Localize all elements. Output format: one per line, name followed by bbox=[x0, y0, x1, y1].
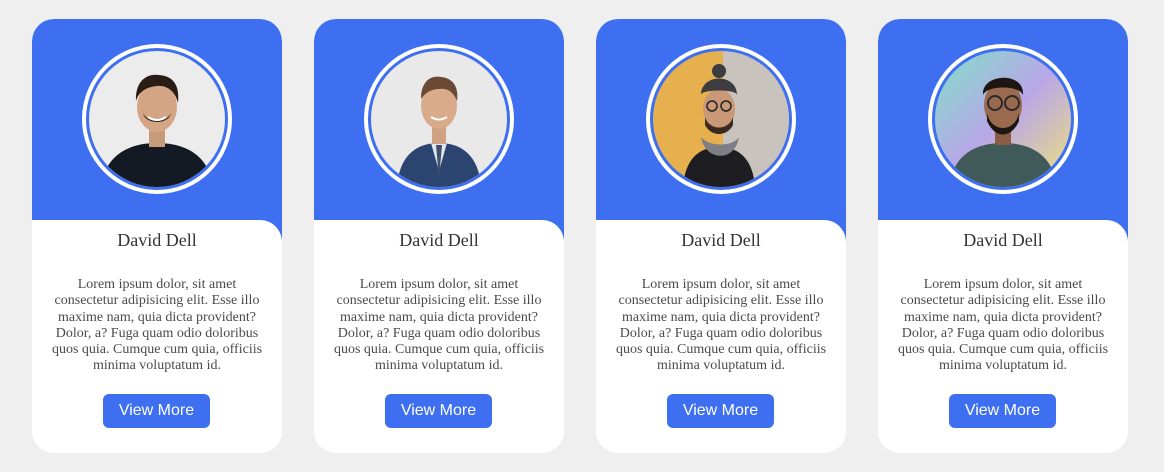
avatar bbox=[653, 51, 789, 187]
avatar-ring bbox=[364, 44, 514, 194]
view-more-button[interactable]: View More bbox=[103, 394, 210, 428]
avatar-ring bbox=[646, 44, 796, 194]
profile-bio: Lorem ipsum dolor, sit amet consectetur … bbox=[897, 277, 1109, 374]
profile-card: David Dell Lorem ipsum dolor, sit amet c… bbox=[314, 19, 564, 453]
person-photo-icon bbox=[653, 51, 789, 187]
profile-card: David Dell Lorem ipsum dolor, sit amet c… bbox=[878, 19, 1128, 453]
profile-name: David Dell bbox=[399, 230, 479, 250]
avatar bbox=[371, 51, 507, 187]
profile-name: David Dell bbox=[963, 230, 1043, 250]
person-photo-icon bbox=[371, 51, 507, 187]
profile-card: David Dell Lorem ipsum dolor, sit amet c… bbox=[596, 19, 846, 453]
profile-bio: Lorem ipsum dolor, sit amet consectetur … bbox=[51, 277, 263, 374]
profile-name: David Dell bbox=[117, 230, 197, 250]
avatar bbox=[935, 51, 1071, 187]
view-more-button[interactable]: View More bbox=[667, 394, 774, 428]
profile-card-grid: David Dell Lorem ipsum dolor, sit amet c… bbox=[0, 0, 1164, 472]
view-more-button[interactable]: View More bbox=[949, 394, 1056, 428]
profile-name: David Dell bbox=[681, 230, 761, 250]
profile-bio: Lorem ipsum dolor, sit amet consectetur … bbox=[615, 277, 827, 374]
profile-card: David Dell Lorem ipsum dolor, sit amet c… bbox=[32, 19, 282, 453]
avatar-ring bbox=[928, 44, 1078, 194]
profile-bio: Lorem ipsum dolor, sit amet consectetur … bbox=[333, 277, 545, 374]
person-photo-icon bbox=[935, 51, 1071, 187]
avatar-ring bbox=[82, 44, 232, 194]
person-photo-icon bbox=[89, 51, 225, 187]
view-more-button[interactable]: View More bbox=[385, 394, 492, 428]
avatar bbox=[89, 51, 225, 187]
